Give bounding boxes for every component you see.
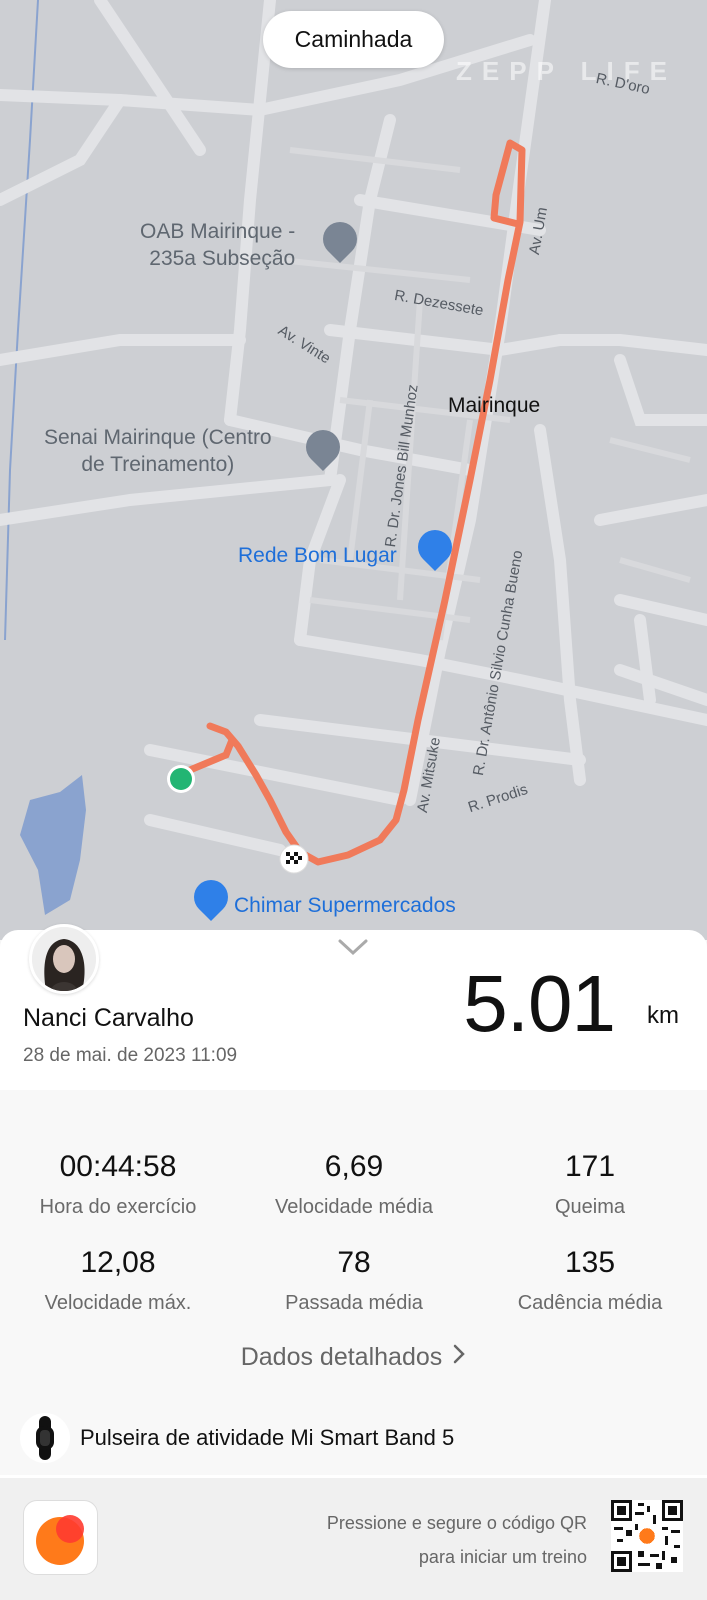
activity-type-badge: Caminhada — [263, 11, 444, 68]
avatar[interactable] — [29, 924, 99, 994]
stat-value: 135 — [564, 1246, 616, 1279]
workout-date: 28 de mai. de 2023 11:09 — [23, 1045, 238, 1066]
detailed-data-link[interactable]: Dados detalhados — [0, 1343, 707, 1372]
poi-senai[interactable]: Senai Mairinque (Centro de Treinamento) — [44, 424, 272, 478]
qr-hint-line1: Pressione e segure o código QR — [326, 1513, 587, 1533]
poi-chimar[interactable]: Chimar Supermercados — [234, 892, 456, 919]
stat-label: Velocidade máx. — [44, 1292, 192, 1314]
poi-oab[interactable]: OAB Mairinque - 235a Subseção — [140, 218, 295, 272]
chevron-right-icon — [452, 1343, 466, 1372]
city-label: Mairinque — [448, 394, 541, 417]
user-name: Nanci Carvalho — [23, 1004, 194, 1032]
stat-value: 6,69 — [324, 1150, 384, 1183]
stat-label: Queima — [554, 1196, 626, 1218]
device-name: Pulseira de atividade Mi Smart Band 5 — [80, 1425, 455, 1450]
stat-label: Velocidade média — [275, 1196, 433, 1218]
stat-exercise-time: 00:44:58 Hora do exercício — [0, 1150, 236, 1219]
chevron-down-icon[interactable] — [337, 936, 369, 958]
stat-value: 00:44:58 — [59, 1150, 177, 1183]
stat-value: 78 — [337, 1246, 371, 1279]
stat-avg-speed: 6,69 Velocidade média — [236, 1150, 472, 1219]
poi-rede-bom-lugar[interactable]: Rede Bom Lugar — [238, 542, 397, 569]
stat-max-speed: 12,08 Velocidade máx. — [0, 1246, 236, 1315]
stat-avg-stride: 78 Passada média — [236, 1246, 472, 1315]
route-map[interactable]: Caminhada ZEPP LIFE OAB Mairinque - 235a… — [0, 0, 707, 940]
qr-hint: Pressione e segure o código QR para inic… — [327, 1506, 587, 1574]
stat-label: Cadência média — [517, 1292, 663, 1314]
distance-value: 5.01 — [463, 959, 616, 1048]
stat-value: 171 — [564, 1150, 616, 1183]
stat-value: 12,08 — [80, 1246, 156, 1279]
qr-hint-line2: para iniciar um treino — [418, 1547, 587, 1567]
distance-unit: km — [647, 1002, 679, 1029]
detailed-data-label: Dados detalhados — [240, 1343, 443, 1371]
footer: Pressione e segure o código QR para inic… — [0, 1478, 707, 1600]
device-row[interactable]: Pulseira de atividade Mi Smart Band 5 — [0, 1413, 707, 1475]
stat-avg-cadence: 135 Cadência média — [472, 1246, 707, 1315]
stat-calories: 171 Queima — [472, 1150, 707, 1219]
smart-band-icon — [20, 1413, 70, 1463]
stat-label: Passada média — [285, 1292, 423, 1314]
app-logo[interactable] — [23, 1500, 98, 1575]
qr-code-icon[interactable] — [611, 1500, 683, 1572]
stat-label: Hora do exercício — [39, 1196, 197, 1218]
